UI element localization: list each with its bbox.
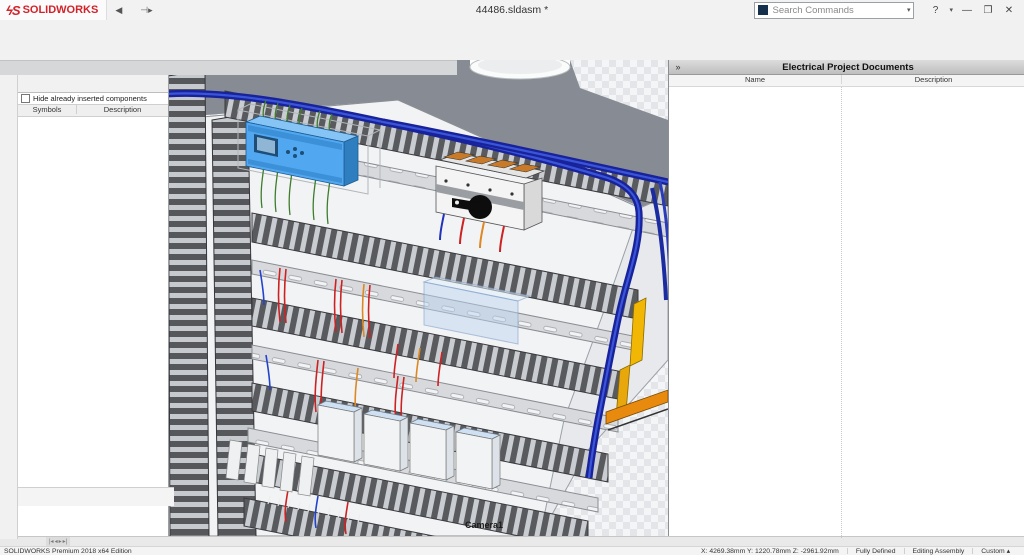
help-dropdown-icon[interactable]: ▾ [949,6,953,14]
pin-menu-icon[interactable]: ⊣▸ [140,5,152,16]
documents-tree-header: Name Description [669,75,1024,87]
description-column-header[interactable]: Description [841,75,1024,84]
right-panel-title: Electrical Project Documents [782,61,914,73]
hide-inserted-label: Hide already inserted components [33,94,147,103]
electrical-project-documents-panel: » Electrical Project Documents Name Desc… [668,60,1024,538]
command-manager-tabs [0,60,457,75]
last-tab-icon[interactable]: ▸| [63,539,68,545]
camera-label: Camera1 [465,520,504,530]
description-column-header[interactable]: Description [76,105,168,114]
first-tab-icon[interactable]: |◂ [49,539,54,545]
expand-panel-button[interactable]: » [669,62,687,72]
definition-state: Fully Defined [855,547,896,555]
help-button[interactable]: ? [928,5,942,16]
search-scope-icon [758,5,769,15]
panel-tab-bar-bottom [18,487,174,506]
search-dropdown-icon[interactable]: ▾ [907,6,911,14]
menu-flyout-arrow-icon[interactable]: ◀ [115,5,122,16]
minimize-button[interactable]: — [960,5,974,16]
solidworks-logo: ϟS SOLIDWORKS [0,0,108,20]
close-button[interactable]: ✕ [1002,5,1016,16]
documents-tree [669,87,1024,538]
search-commands-box[interactable]: Search Commands ▾ [754,1,915,19]
left-tool-strip [0,74,18,539]
viewport-3d-scene[interactable] [168,60,668,536]
panel-tab-bar-top [18,74,168,93]
edition-label: SOLIDWORKS Premium 2018 x64 Edition [4,547,132,555]
symbols-column-header[interactable]: Symbols [18,105,76,114]
right-panel-header: » Electrical Project Documents [669,60,1024,75]
graphics-viewport[interactable]: Camera1 [168,60,668,536]
hide-inserted-checkbox[interactable] [21,94,30,103]
solidworks-logo-text: SOLIDWORKS [22,4,99,16]
title-bar: ϟS SOLIDWORKS ◀ ⊣▸ 44486.sldasm * Search… [0,0,1024,21]
solidworks-logo-icon: ϟS [6,2,21,18]
name-column-header[interactable]: Name [669,75,841,84]
prev-tab-icon[interactable]: ◂ [55,539,58,545]
restore-button[interactable]: ❐ [981,5,995,16]
editing-mode: Editing Assembly [912,547,965,555]
search-input[interactable]: Search Commands [772,5,898,16]
coordinates-readout: X: 4269.38mm Y: 1220.78mm Z: -2961.92mm [701,547,839,555]
vertical-wire-duct[interactable] [168,69,210,536]
electrical-components-panel: Hide already inserted components Symbols… [0,74,174,539]
components-tree-header: Symbols Description [18,104,168,117]
next-tab-icon[interactable]: ▸ [59,539,62,545]
ribbon-toolbar [0,20,1024,60]
